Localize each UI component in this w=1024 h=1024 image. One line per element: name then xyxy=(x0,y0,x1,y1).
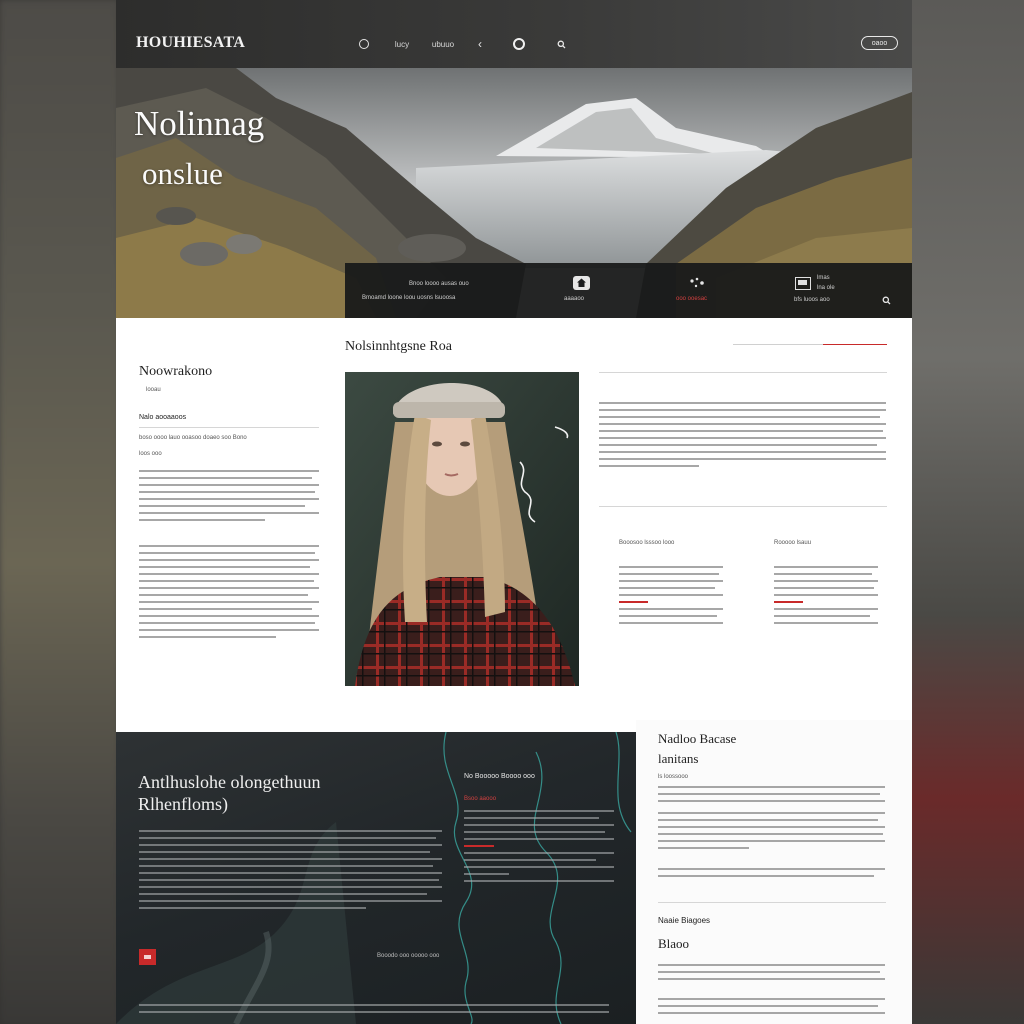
circle-icon[interactable] xyxy=(358,38,370,50)
brand-logo[interactable]: HOUHIESATA xyxy=(136,34,245,52)
backdrop-left xyxy=(0,0,118,1024)
hero-title: Nolinnag xyxy=(134,104,265,143)
sidebar-paragraph-1 xyxy=(658,786,885,807)
feature-title-1: Antlhuslohe olongethuun xyxy=(138,772,321,792)
hero-subtitle: onslue xyxy=(142,156,223,191)
feature-subhead: No Booooo Boooo ooo xyxy=(464,773,535,780)
nav-item-lucy[interactable]: lucy xyxy=(392,38,412,50)
home-icon[interactable] xyxy=(573,276,590,290)
sidebar-divider xyxy=(658,902,886,903)
left-paragraph-1 xyxy=(139,470,319,526)
hero-bar-right-label-3: bfs luoos aoo xyxy=(794,297,830,303)
scatter-dots-icon xyxy=(689,276,707,290)
accent-line-red xyxy=(823,344,887,345)
left-sub: looau xyxy=(146,387,161,393)
chevron-left-icon[interactable]: ‹ xyxy=(474,37,486,51)
window-icon[interactable] xyxy=(795,277,811,290)
ring-icon[interactable] xyxy=(512,38,526,50)
left-heading: Noowrakono xyxy=(139,364,213,379)
hero-search-icon[interactable] xyxy=(882,292,891,310)
backdrop-right xyxy=(910,0,1024,1024)
left-label: Nalo aooaaoos xyxy=(139,414,187,421)
hero-bar-right-label-2: lna ole xyxy=(817,285,835,291)
hero-bar-center-label: aaaaoo xyxy=(564,296,585,302)
sidebar-sub-label: ls loossooo xyxy=(658,774,689,780)
hero-bar-text-1: Bnoo loooo ausas ouo xyxy=(409,281,469,287)
center-heading: Nolsinnhtgsne Roa xyxy=(345,339,452,354)
right-divider-mid xyxy=(599,506,887,507)
feature-bottom-right: Booodo ooo ooooo ooo xyxy=(377,953,440,959)
left-meta: boso oooo lauo ooasoo doaeo soo Bono xyxy=(139,435,247,441)
sidebar-mid-label: Naaie Biagoes xyxy=(658,916,711,925)
header-button[interactable]: oaoo xyxy=(861,36,898,50)
column-1-heading: Booosoo lsssoo looo xyxy=(619,540,675,546)
column-2-list xyxy=(774,566,878,629)
feature-footer-lines xyxy=(139,1004,609,1018)
left-date: loos ooo xyxy=(139,451,162,457)
sidebar-heading-2: lanitans xyxy=(658,751,699,766)
feature-paragraph xyxy=(139,830,442,914)
left-divider xyxy=(139,427,319,428)
left-paragraph-2 xyxy=(139,545,319,643)
right-divider-top xyxy=(599,372,887,373)
column-1-list xyxy=(619,566,723,629)
sidebar-paragraph-2 xyxy=(658,812,885,854)
hero-bar-right-label-1: lmas xyxy=(817,275,830,281)
feature-red-label[interactable]: Bsoo aaooo xyxy=(464,796,496,802)
hero-bar-red-label[interactable]: ooo ooesac xyxy=(676,296,707,302)
feature-action-button[interactable] xyxy=(139,949,156,965)
sidebar-paragraph-5 xyxy=(658,998,885,1019)
sidebar-heading-1: Nadloo Bacase xyxy=(658,731,737,746)
right-paragraph xyxy=(599,402,886,472)
sidebar-paragraph-3 xyxy=(658,868,885,882)
feature-title-2: Rlhenfloms) xyxy=(138,794,228,814)
sidebar-heading-3: Blaoo xyxy=(658,936,690,951)
nav-item-ubuuo[interactable]: ubuuo xyxy=(430,38,456,50)
feature-side-list xyxy=(464,810,614,887)
portrait-image xyxy=(345,372,579,686)
search-icon[interactable] xyxy=(555,38,567,50)
sidebar-paragraph-4 xyxy=(658,964,885,985)
hero-bar-text-2: Bmoamd loone loou uosns lsuoosa xyxy=(362,295,456,301)
accent-line-gray xyxy=(733,344,823,345)
column-2-heading: Rooooo lsauu xyxy=(774,540,812,546)
